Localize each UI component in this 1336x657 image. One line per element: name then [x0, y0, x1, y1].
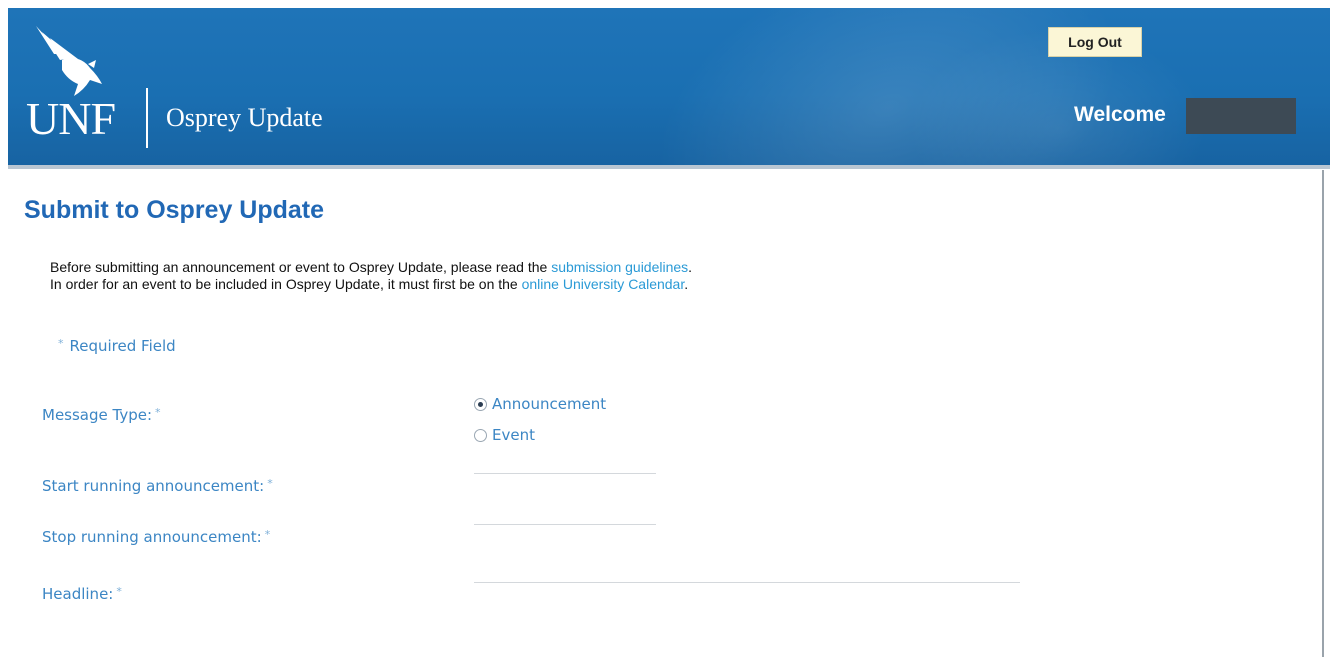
radio-event[interactable]: Event: [474, 426, 535, 444]
stop-date-input[interactable]: [474, 558, 1024, 582]
start-running-label-text: Start running announcement:: [42, 477, 265, 495]
intro-line-2-end: .: [684, 276, 689, 292]
start-date-field[interactable]: [474, 500, 660, 525]
start-running-label: Start running announcement: *: [42, 477, 273, 495]
osprey-logo-icon: [36, 26, 102, 96]
unf-logo-text[interactable]: UNF: [26, 94, 116, 144]
intro-line-1: Before submitting an announcement or eve…: [50, 259, 692, 276]
announcement-radio-label[interactable]: Announcement: [492, 395, 606, 413]
message-type-label: Message Type: *: [42, 406, 161, 424]
page: UNF Osprey Update Log Out Welcome Submit…: [0, 0, 1336, 657]
start-date-input[interactable]: [474, 500, 660, 524]
intro-line-2-text: In order for an event to be included in …: [50, 276, 522, 292]
stop-running-label: Stop running announcement: *: [42, 528, 270, 546]
intro-line-1-text: Before submitting an announcement or eve…: [50, 259, 552, 275]
page-right-border: [1322, 170, 1324, 657]
required-field-note: * Required Field: [58, 337, 176, 355]
logo-divider: [146, 88, 148, 148]
required-marker: *: [267, 477, 273, 490]
site-name[interactable]: Osprey Update: [166, 103, 323, 133]
headline-label-text: Headline:: [42, 585, 114, 603]
required-marker: *: [264, 528, 271, 541]
required-field-label: Required Field: [69, 337, 176, 355]
message-type-label-text: Message Type:: [42, 406, 153, 424]
redacted-username: [1186, 98, 1296, 134]
logout-button[interactable]: Log Out: [1048, 27, 1142, 57]
stop-date-field[interactable]: [474, 558, 1024, 583]
header-banner: UNF Osprey Update Log Out Welcome: [8, 8, 1330, 169]
required-marker: *: [116, 585, 122, 598]
intro-text: Before submitting an announcement or eve…: [50, 259, 692, 293]
headline-input[interactable]: [474, 606, 1024, 630]
headline-field[interactable]: [474, 606, 1024, 631]
required-marker: *: [155, 406, 161, 419]
intro-line-1-end: .: [688, 259, 693, 275]
university-calendar-link[interactable]: online University Calendar: [522, 276, 685, 292]
headline-label: Headline: *: [42, 585, 122, 603]
page-title: Submit to Osprey Update: [24, 196, 325, 224]
welcome-text: Welcome: [1074, 103, 1166, 126]
intro-line-2: In order for an event to be included in …: [50, 276, 692, 293]
required-marker: *: [58, 337, 64, 350]
submission-guidelines-link[interactable]: submission guidelines: [551, 259, 688, 275]
stop-running-label-text: Stop running announcement:: [42, 528, 262, 546]
event-radio-label[interactable]: Event: [492, 426, 535, 444]
radio-announcement[interactable]: Announcement: [474, 395, 606, 413]
announcement-radio-button[interactable]: [474, 397, 487, 411]
event-radio-button[interactable]: [474, 428, 487, 442]
message-type-divider: [474, 473, 656, 474]
